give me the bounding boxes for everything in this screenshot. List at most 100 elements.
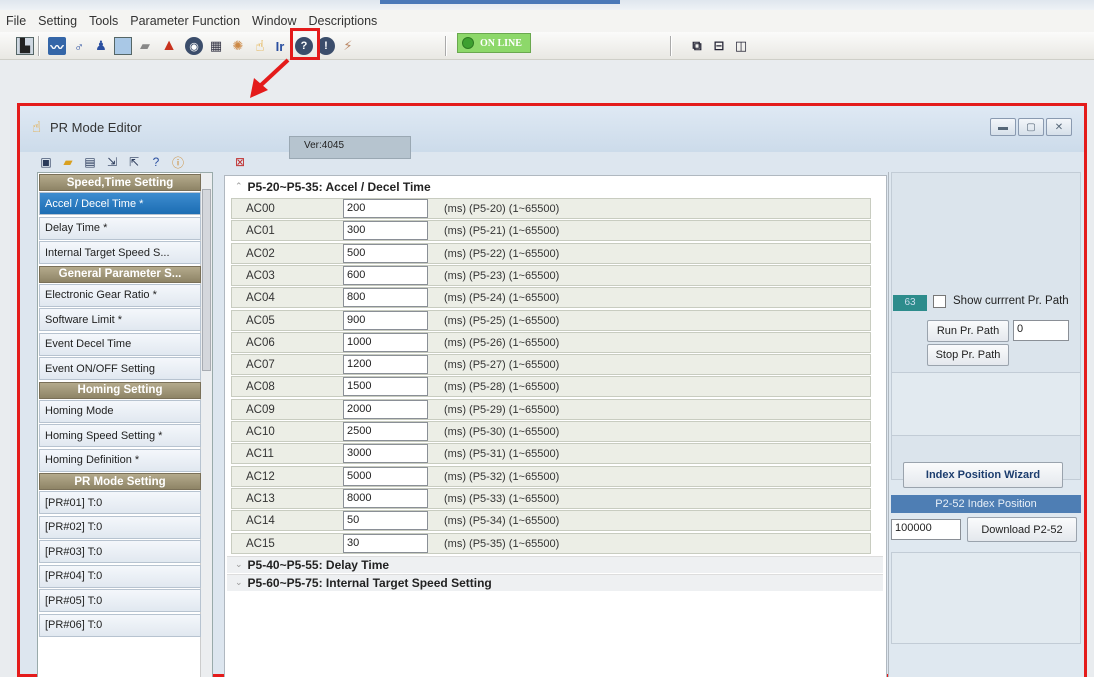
section-internal-speed[interactable]: ⌄ P5-60~P5-75: Internal Target Speed Sett… (227, 573, 883, 591)
nav-group-header[interactable]: PR Mode Setting (39, 473, 201, 490)
highlight-box (290, 28, 320, 60)
maximize-button[interactable]: ▢ (1018, 118, 1044, 136)
row-description: (ms) (P5-24) (1~65500) (444, 292, 560, 305)
menu-tools[interactable]: Tools (89, 14, 118, 28)
expand-icon: ⌄ (235, 577, 243, 588)
nav-item[interactable]: Homing Mode (39, 399, 201, 423)
row-value-input[interactable]: 3000 (343, 444, 428, 464)
nav-item[interactable]: Accel / Decel Time * (39, 192, 201, 215)
minimize-button[interactable]: ▬ (990, 118, 1016, 136)
nav-item[interactable]: [PR#05] T:0 (39, 589, 201, 612)
row-value-input[interactable]: 1200 (343, 355, 428, 375)
row-value-input[interactable]: 8000 (343, 488, 428, 508)
row-label: AC10 (246, 426, 275, 438)
write-icon[interactable]: ⇱ (126, 154, 142, 170)
row-description: (ms) (P5-34) (1~65500) (444, 515, 560, 528)
menu-file[interactable]: File (6, 14, 26, 28)
row-value-input[interactable]: 1000 (343, 332, 428, 352)
tile-horizontal-icon[interactable]: ⊟ (710, 37, 728, 55)
connect-icon[interactable]: ⚡ (339, 37, 357, 55)
nav-item[interactable]: Delay Time * (39, 216, 201, 240)
row-value-input[interactable]: 300 (343, 221, 428, 241)
scroll-thumb[interactable] (202, 189, 211, 371)
row-value-input[interactable]: 600 (343, 265, 428, 285)
row-description: (ms) (P5-25) (1~65500) (444, 314, 560, 327)
stop-pr-path-button[interactable]: Stop Pr. Path (927, 344, 1009, 366)
block-diagram-icon[interactable]: ▙ (16, 37, 34, 55)
row-description: (ms) (P5-30) (1~65500) (444, 426, 560, 438)
menu-window[interactable]: Window (252, 14, 296, 28)
row-value-input[interactable]: 30 (343, 533, 428, 553)
right-panel: 63 Show currrent Pr. Path Run Pr. Path 0… (888, 172, 1084, 677)
nav-item[interactable]: Homing Definition * (39, 448, 201, 472)
help-icon[interactable]: ? (148, 154, 164, 170)
delete-icon[interactable]: ⊠ (232, 154, 248, 170)
row-value-input[interactable]: 200 (343, 199, 428, 218)
hand-icon[interactable]: ☝ (251, 37, 269, 55)
download-p2-52-button[interactable]: Download P2-52 (967, 517, 1077, 542)
menu-setting[interactable]: Setting (38, 14, 77, 28)
row-value-input[interactable]: 900 (343, 310, 428, 330)
nav-item[interactable]: [PR#04] T:0 (39, 564, 201, 588)
user-icon[interactable]: ♟ (92, 37, 110, 55)
info-icon[interactable]: ⓘ (170, 154, 186, 170)
section-accel-decel[interactable]: ⌃ P5-20~P5-35: Accel / Decel Time (227, 178, 883, 195)
row-value-input[interactable]: 1500 (343, 377, 428, 397)
show-path-checkbox[interactable] (933, 295, 946, 308)
open-icon[interactable]: ▰ (60, 154, 76, 170)
row-description: (ms) (P5-29) (1~65500) (444, 403, 560, 416)
read-icon[interactable]: ⇲ (104, 154, 120, 170)
monitor-icon[interactable] (114, 37, 132, 55)
device-icon[interactable]: ▰ (136, 37, 154, 55)
menu-parameter-function[interactable]: Parameter Function (130, 14, 240, 28)
jog-icon[interactable]: ✺ (229, 37, 247, 55)
nav-item[interactable]: [PR#01] T:0 (39, 491, 201, 514)
row-value-input[interactable]: 500 (343, 243, 428, 263)
nav-group-header[interactable]: Speed,Time Setting (39, 174, 201, 191)
window-controls: ▬ ▢ ✕ (988, 118, 1072, 136)
row-description: (ms) (P5-35) (1~65500) (444, 537, 560, 550)
table-row: AC05 900 (ms) (P5-25) (1~65500) (231, 309, 871, 331)
tile-vertical-icon[interactable]: ◫ (732, 37, 750, 55)
tune-icon[interactable]: ♂ (70, 37, 88, 55)
table-row: AC02 500 (ms) (P5-22) (1~65500) (231, 242, 871, 264)
alarm-icon[interactable]: ▲ (160, 37, 178, 55)
io-icon[interactable]: ◉ (185, 37, 203, 55)
table-row: AC00 200 (ms) (P5-20) (1~65500) (231, 198, 871, 219)
chart-icon[interactable]: ▦ (207, 37, 225, 55)
row-value-input[interactable]: 50 (343, 511, 428, 531)
nav-item[interactable]: [PR#02] T:0 (39, 515, 201, 539)
nav-item[interactable]: [PR#03] T:0 (39, 540, 201, 563)
nav-item[interactable]: Electronic Gear Ratio * (39, 283, 201, 307)
nav-group-header[interactable]: Homing Setting (39, 381, 201, 399)
nav-item[interactable]: Software Limit * (39, 308, 201, 331)
index-position-input[interactable]: 100000 (891, 519, 961, 540)
nav-item[interactable]: Event Decel Time (39, 332, 201, 356)
menu-descriptions[interactable]: Descriptions (309, 14, 378, 28)
row-value-input[interactable]: 2500 (343, 422, 428, 441)
run-pr-path-button[interactable]: Run Pr. Path (927, 320, 1009, 342)
nav-group-header[interactable]: General Parameter S... (39, 265, 201, 283)
main-toolbar: ▙ 〰 ♂ ♟ ▰ ▲ ◉ ▦ ✺ ☝ Ir ? ! ⚡ ⧉ ⊟ ◫ (0, 32, 1094, 60)
section-delay-time[interactable]: ⌄ P5-40~P5-55: Delay Time (227, 555, 883, 573)
new-icon[interactable]: ▤ (82, 154, 98, 170)
cascade-icon[interactable]: ⧉ (688, 37, 706, 55)
nav-item[interactable]: Internal Target Speed S... (39, 241, 201, 264)
row-value-input[interactable]: 800 (343, 288, 428, 308)
run-pr-path-input[interactable]: 0 (1013, 320, 1069, 341)
index-position-wizard-button[interactable]: Index Position Wizard (903, 462, 1063, 488)
save-icon[interactable]: ▣ (38, 154, 54, 170)
nav-item[interactable]: Event ON/OFF Setting (39, 357, 201, 380)
nav-scrollbar[interactable] (200, 173, 212, 677)
row-value-input[interactable]: 2000 (343, 399, 428, 419)
row-label: AC13 (246, 492, 275, 505)
toolbar-separator (670, 36, 672, 56)
row-label: AC15 (246, 537, 275, 550)
row-description: (ms) (P5-27) (1~65500) (444, 359, 560, 372)
nav-item[interactable]: Homing Speed Setting * (39, 424, 201, 447)
close-button[interactable]: ✕ (1046, 118, 1072, 136)
row-value-input[interactable]: 5000 (343, 466, 428, 486)
scope-icon[interactable]: 〰 (48, 37, 66, 55)
pr-icon[interactable]: Ir (271, 37, 289, 55)
nav-item[interactable]: [PR#06] T:0 (39, 613, 201, 637)
